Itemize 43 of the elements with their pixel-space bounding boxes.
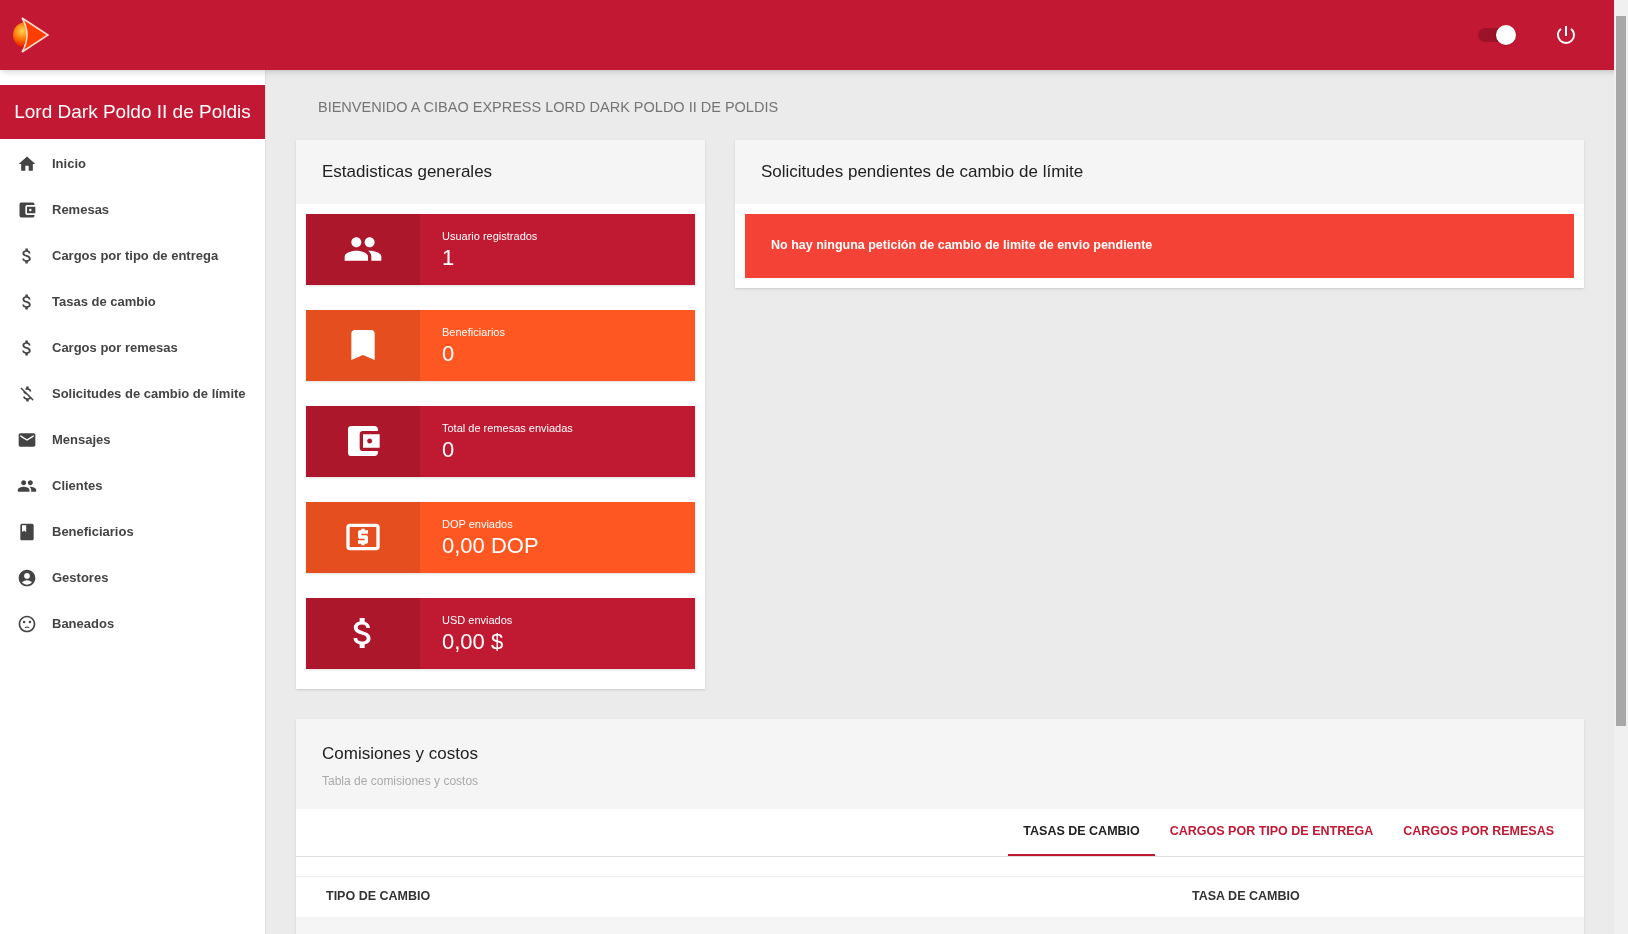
nav-item[interactable]: Cargos por remesas [0,325,265,371]
stat-label: Usuario registrados [442,229,538,244]
card-subtitle: Tabla de comisiones y costos [322,773,480,791]
welcome-text: BIENVENIDO A CIBAO EXPRESS LORD DARK POLDO II DE POLDIS [317,98,780,117]
wallet-icon [17,200,37,220]
column-header: TIPO DE CAMBIO [325,888,432,906]
scrollbar[interactable] [1614,0,1628,934]
stat-label: Beneficiarios [442,325,505,340]
account-icon [17,568,37,588]
card-title: Solicitudes pendientes de cambio de límite [761,161,1084,183]
crossed-dollar-icon [17,384,37,404]
nav-item[interactable]: Remesas [0,187,265,233]
card-title: Comisiones y costos [322,742,479,765]
toggle-switch[interactable] [1478,23,1516,47]
nav-item[interactable]: Solicitudes de cambio de límite [0,371,265,417]
power-icon[interactable] [1554,23,1578,47]
nav-item[interactable]: Cargos por tipo de entrega [0,233,265,279]
stat-value: 0,00 $ [442,628,505,655]
tab[interactable]: TASAS DE CAMBIO [1008,808,1155,856]
envelope-icon [17,430,37,450]
stat-label: USD enviados [442,613,513,628]
nav-item[interactable]: Gestores [0,555,265,601]
card-title: Estadisticas generales [322,161,493,183]
nav-item[interactable]: Mensajes [0,417,265,463]
tab[interactable]: CARGOS POR TIPO DE ENTREGA [1154,808,1389,856]
empty-alert: No hay ninguna petición de cambio de limite de envio pendiente [745,213,1574,278]
user-name: Lord Dark Poldo II de Poldis [0,85,265,139]
stat-value: 0 [442,340,456,367]
stat-value: 1 [442,244,456,271]
nav-item[interactable]: Clientes [0,463,265,509]
stat-value: 0 [442,436,456,463]
nav-item[interactable]: Tasas de cambio [0,279,265,325]
stat-value: 0,00 DOP [442,532,539,559]
home-icon [17,154,37,174]
stat-label: DOP enviados [442,517,514,532]
sad-face-icon [17,614,37,634]
stat-label: Total de remesas enviadas [442,421,573,436]
logo [12,15,50,55]
tab[interactable]: CARGOS POR REMESAS [1388,808,1569,856]
nav-item[interactable]: Beneficiarios [0,509,265,555]
nav-item[interactable]: Baneados [0,601,265,647]
column-header: TASA DE CAMBIO [1192,888,1300,906]
nav-item[interactable]: Inicio [0,141,265,187]
